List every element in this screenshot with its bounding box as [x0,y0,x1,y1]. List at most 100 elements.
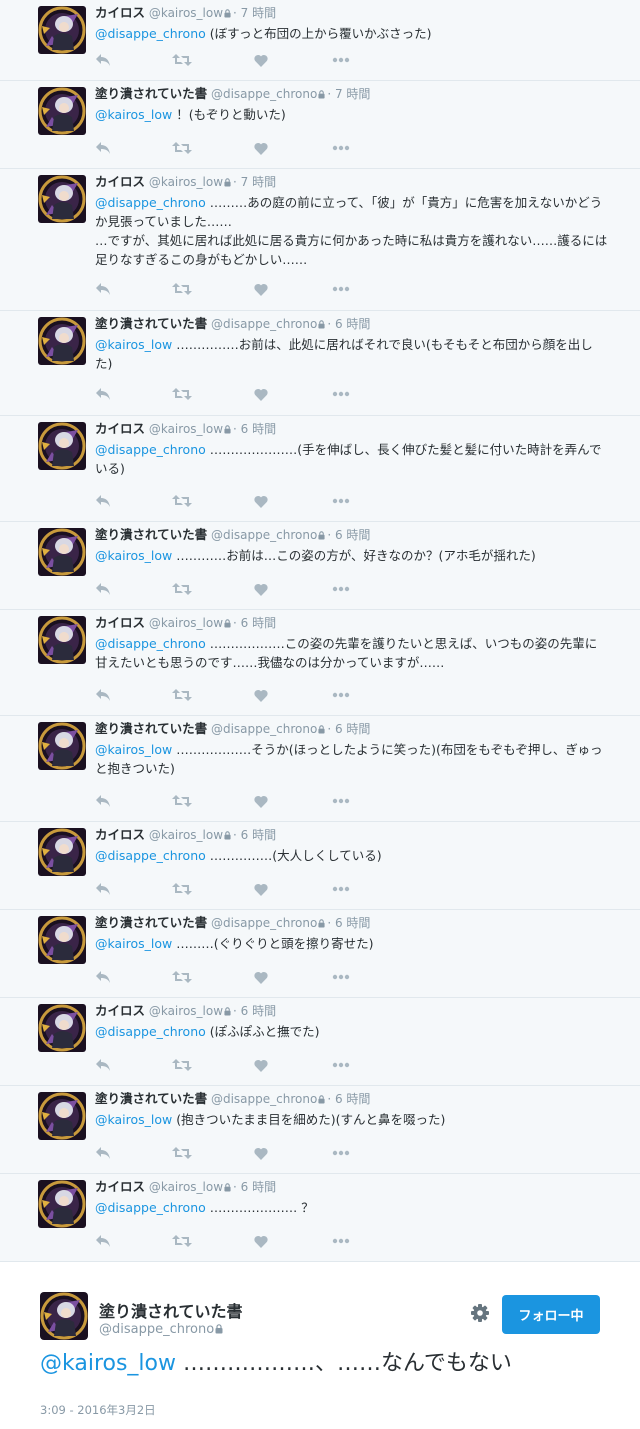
reply-icon[interactable] [95,881,111,897]
reply-icon[interactable] [95,969,111,985]
reply-icon[interactable] [95,386,111,402]
tweet-row[interactable]: カイロス @kairos_low · 7 時間 @disappe_chrono …… [0,169,640,311]
tweet-time[interactable]: · 6 時間 [233,616,276,630]
more-icon[interactable] [331,793,351,809]
reply-icon[interactable] [95,1233,111,1249]
mention-link[interactable]: @kairos_low [95,742,172,757]
mention-link[interactable]: @kairos_low [95,1112,172,1127]
focused-username[interactable]: @disappe_chrono [99,1322,225,1338]
more-icon[interactable] [331,687,351,703]
tweet-time[interactable]: · 6 時間 [327,916,370,930]
retweet-icon[interactable] [172,386,192,402]
following-button[interactable]: フォロー中 [502,1295,600,1334]
reply-icon[interactable] [95,687,111,703]
fullname[interactable]: カイロス [95,5,145,20]
tweet-time[interactable]: · 6 時間 [327,528,370,542]
avatar[interactable] [38,317,86,365]
heart-icon[interactable] [253,969,269,985]
more-icon[interactable] [331,140,351,156]
tweet-row[interactable]: 塗り潰されていた書 @disappe_chrono · 6 時間 @kairos_… [0,311,640,416]
avatar[interactable] [38,828,86,876]
retweet-icon[interactable] [172,140,192,156]
fullname[interactable]: カイロス [95,1179,145,1194]
mention-link[interactable]: @disappe_chrono [95,195,206,210]
username[interactable]: @kairos_low [149,175,223,189]
reply-icon[interactable] [95,52,111,68]
more-icon[interactable] [331,881,351,897]
mention-link[interactable]: @kairos_low [95,107,172,122]
mention-link[interactable]: @disappe_chrono [95,26,206,41]
fullname[interactable]: カイロス [95,1003,145,1018]
avatar[interactable] [38,1180,86,1228]
heart-icon[interactable] [253,493,269,509]
username[interactable]: @disappe_chrono [211,317,317,331]
retweet-icon[interactable] [172,1233,192,1249]
more-icon[interactable] [331,969,351,985]
heart-icon[interactable] [253,581,269,597]
focused-fullname[interactable]: 塗り潰されていた書 [99,1298,243,1322]
fullname[interactable]: 塗り潰されていた書 [95,915,207,930]
tweet-row[interactable]: カイロス @kairos_low · 6 時間 @disappe_chrono …… [0,610,640,716]
more-icon[interactable] [331,581,351,597]
heart-icon[interactable] [253,1233,269,1249]
mention-link[interactable]: @disappe_chrono [95,1024,206,1039]
heart-icon[interactable] [253,881,269,897]
retweet-icon[interactable] [172,793,192,809]
tweet-row[interactable]: 塗り潰されていた書 @disappe_chrono · 6 時間 @kairos_… [0,522,640,610]
retweet-icon[interactable] [172,1057,192,1073]
heart-icon[interactable] [253,1057,269,1073]
tweet-row[interactable]: カイロス @kairos_low · 6 時間 @disappe_chrono …… [0,1174,640,1262]
retweet-icon[interactable] [172,493,192,509]
reply-icon[interactable] [95,493,111,509]
avatar[interactable] [38,616,86,664]
avatar[interactable] [38,528,86,576]
heart-icon[interactable] [253,52,269,68]
reply-icon[interactable] [95,281,111,297]
tweet-row[interactable]: カイロス @kairos_low · 6 時間 @disappe_chrono …… [0,822,640,910]
tweet-time[interactable]: · 7 時間 [233,175,276,189]
mention-link[interactable]: @disappe_chrono [95,848,206,863]
fullname[interactable]: カイロス [95,615,145,630]
reply-icon[interactable] [95,581,111,597]
username[interactable]: @kairos_low [149,828,223,842]
mention-link[interactable]: @kairos_low [95,936,172,951]
reply-icon[interactable] [95,793,111,809]
username[interactable]: @disappe_chrono [211,722,317,736]
fullname[interactable]: 塗り潰されていた書 [95,316,207,331]
more-icon[interactable] [331,386,351,402]
mention-link[interactable]: @disappe_chrono [95,1200,206,1215]
fullname[interactable]: 塗り潰されていた書 [95,527,207,542]
tweet-time[interactable]: · 6 時間 [327,317,370,331]
fullname[interactable]: 塗り潰されていた書 [95,721,207,736]
tweet-row[interactable]: 塗り潰されていた書 @disappe_chrono · 7 時間 @kairos_… [0,81,640,169]
retweet-icon[interactable] [172,1145,192,1161]
fullname[interactable]: 塗り潰されていた書 [95,1091,207,1106]
reply-icon[interactable] [95,1057,111,1073]
avatar[interactable] [38,87,86,135]
tweet-row[interactable]: 塗り潰されていた書 @disappe_chrono · 6 時間 @kairos_… [0,716,640,822]
heart-icon[interactable] [253,687,269,703]
retweet-icon[interactable] [172,52,192,68]
fullname[interactable]: 塗り潰されていた書 [95,86,207,101]
retweet-icon[interactable] [172,581,192,597]
retweet-icon[interactable] [172,881,192,897]
tweet-row[interactable]: 塗り潰されていた書 @disappe_chrono · 6 時間 @kairos_… [0,1086,640,1174]
avatar[interactable] [40,1292,88,1340]
tweet-time[interactable]: · 6 時間 [233,1180,276,1194]
more-icon[interactable] [331,1233,351,1249]
gear-icon[interactable] [469,1302,491,1324]
tweet-time[interactable]: · 6 時間 [233,422,276,436]
avatar[interactable] [38,6,86,54]
username[interactable]: @kairos_low [149,6,223,20]
tweet-time[interactable]: · 6 時間 [327,722,370,736]
reply-icon[interactable] [95,140,111,156]
avatar[interactable] [38,1004,86,1052]
retweet-icon[interactable] [172,281,192,297]
username[interactable]: @disappe_chrono [211,87,317,101]
more-icon[interactable] [331,1145,351,1161]
heart-icon[interactable] [253,793,269,809]
tweet-row[interactable]: カイロス @kairos_low · 6 時間 @disappe_chrono …… [0,416,640,522]
heart-icon[interactable] [253,140,269,156]
tweet-time[interactable]: · 7 時間 [233,6,276,20]
avatar[interactable] [38,1092,86,1140]
